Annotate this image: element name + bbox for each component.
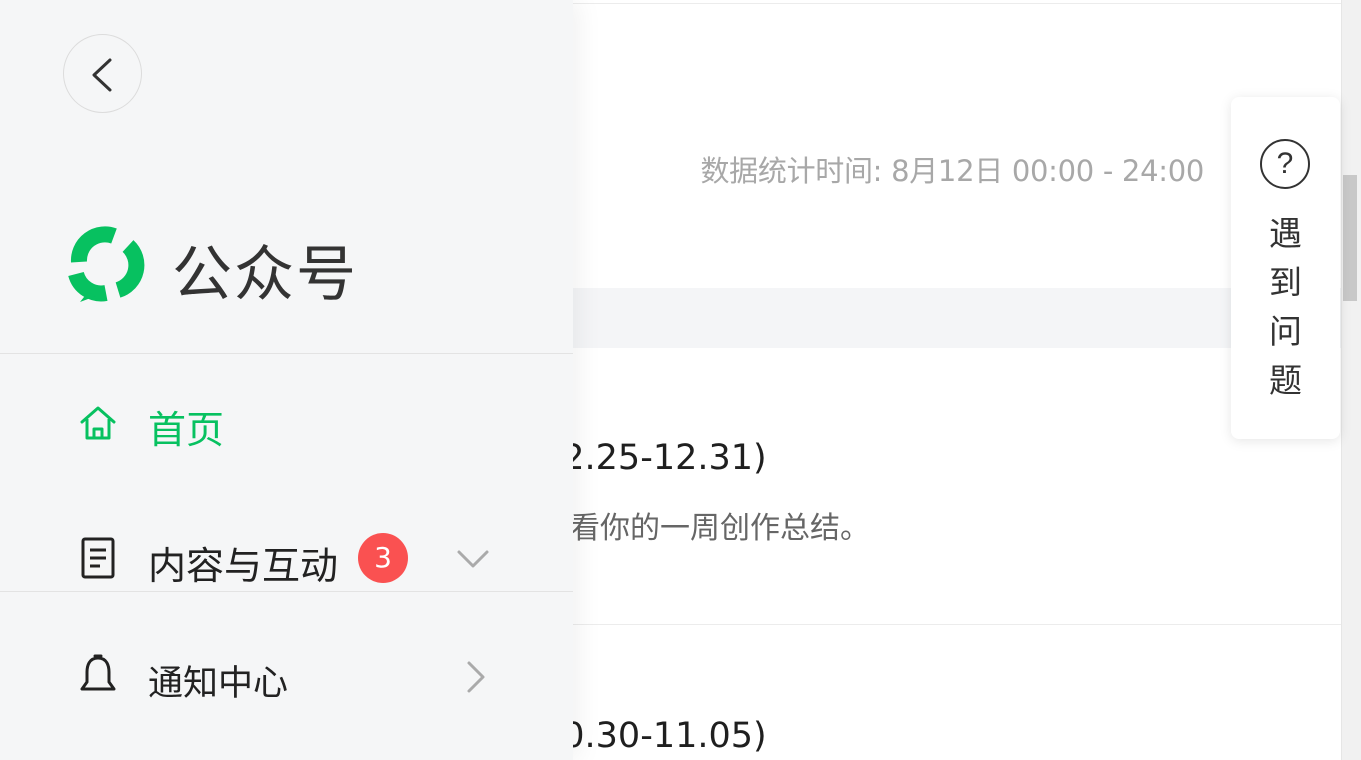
help-label-char: 题: [1269, 361, 1302, 400]
side-drawer: 公众号 首页 内容与互动 3 通知中心: [0, 0, 573, 760]
scrollbar-track[interactable]: [1341, 0, 1361, 760]
scrollbar-thumb[interactable]: [1343, 175, 1357, 301]
card-title: 10.30-11.05): [540, 716, 767, 756]
document-icon: [81, 537, 115, 579]
stat-time-text: 数据统计时间: 8月12日 00:00 - 24:00: [700, 154, 1204, 188]
help-label-char: 问: [1269, 312, 1302, 351]
question-circle-icon: ?: [1260, 139, 1310, 189]
home-icon: [80, 406, 116, 440]
back-button[interactable]: [63, 34, 142, 113]
nav-item-content-interaction[interactable]: 内容与互动: [0, 518, 573, 598]
chevron-left-icon: [92, 58, 112, 92]
page: 数据统计时间: 8月12日 00:00 - 24:00 12.25-12.31)…: [0, 0, 1361, 760]
bell-icon: [80, 654, 116, 691]
chevron-down-icon[interactable]: [456, 548, 490, 570]
help-label: 遇 到 问 题: [1231, 209, 1340, 405]
help-button[interactable]: ? 遇 到 问 题: [1231, 97, 1340, 439]
card-title: 12.25-12.31): [540, 438, 767, 478]
nav-item-label: 通知中心: [148, 664, 289, 704]
chevron-right-icon[interactable]: [465, 660, 487, 694]
notification-badge: 3: [358, 533, 408, 583]
divider: [0, 353, 573, 354]
nav-item-notification-center[interactable]: 通知中心: [0, 636, 573, 716]
nav-item-label: 内容与互动: [148, 544, 339, 588]
help-label-char: 到: [1269, 263, 1302, 302]
nav-item-label: 首页: [148, 408, 225, 452]
help-label-char: 遇: [1269, 214, 1302, 253]
divider: [0, 591, 573, 592]
brand-title: 公众号: [172, 240, 358, 310]
nav-item-home[interactable]: 首页: [0, 383, 573, 463]
card-description: 查看你的一周创作总结。: [540, 511, 870, 546]
wechat-official-account-logo: [68, 226, 145, 302]
